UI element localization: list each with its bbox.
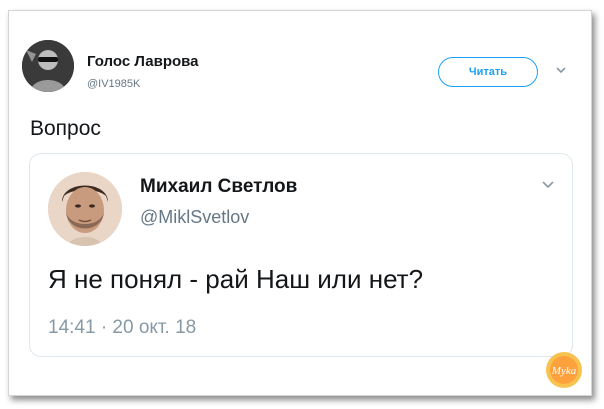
follow-button[interactable]: Читать bbox=[438, 57, 538, 87]
author-name[interactable]: Голос Лаврова bbox=[87, 53, 199, 70]
avatar-image bbox=[22, 40, 74, 92]
watermark-logo: Myka bbox=[546, 352, 582, 388]
quoted-tweet-card[interactable]: Михаил Светлов @MiklSvetlov Я не понял -… bbox=[29, 153, 573, 357]
svg-text:Myka: Myka bbox=[551, 365, 577, 377]
author-avatar[interactable] bbox=[22, 40, 74, 92]
quoted-author-avatar[interactable] bbox=[48, 172, 122, 246]
chevron-down-icon[interactable] bbox=[554, 63, 568, 77]
avatar-image bbox=[48, 172, 122, 246]
tweet-text: Вопрос bbox=[30, 117, 101, 140]
chevron-down-icon[interactable] bbox=[540, 176, 556, 192]
quoted-author-handle[interactable]: @MiklSvetlov bbox=[140, 207, 249, 228]
quoted-tweet-text: Я не понял - рай Наш или нет? bbox=[48, 264, 424, 294]
author-handle[interactable]: @IV1985K bbox=[87, 78, 140, 90]
quoted-author-name[interactable]: Михаил Светлов bbox=[140, 176, 297, 198]
quoted-tweet-timestamp[interactable]: 14:41 · 20 окт. 18 bbox=[48, 317, 196, 339]
